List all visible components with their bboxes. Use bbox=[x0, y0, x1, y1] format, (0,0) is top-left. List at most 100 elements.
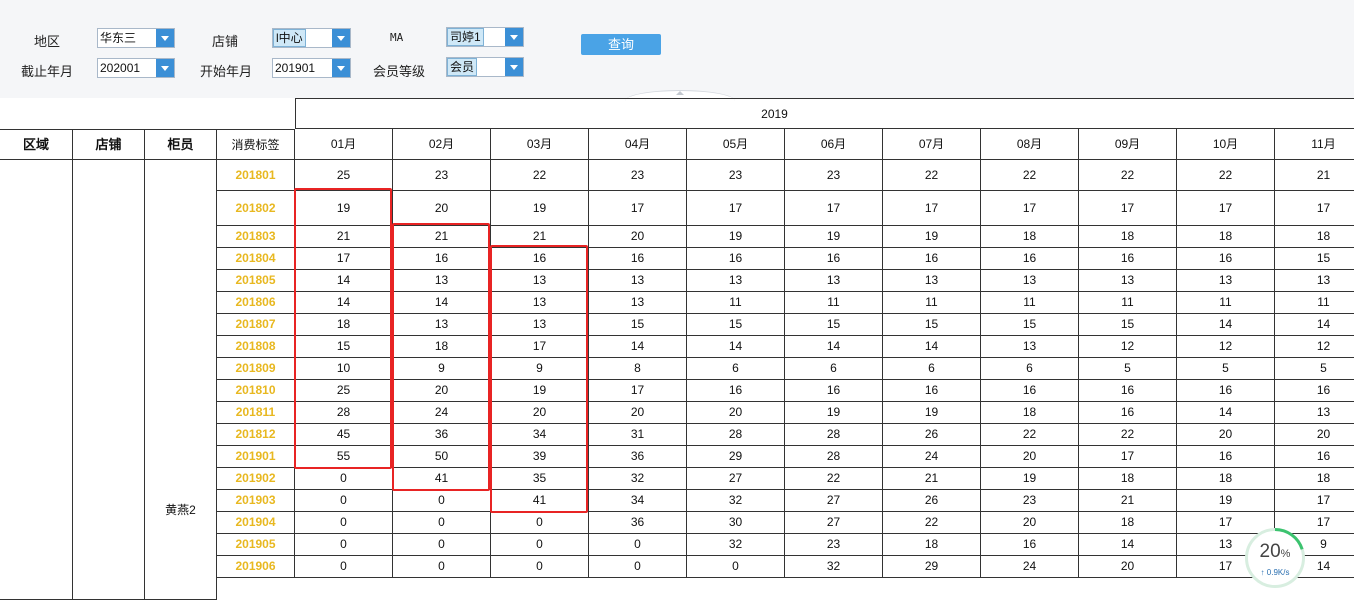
table-cell: 34 bbox=[589, 490, 687, 512]
consumption-tag: 201906 bbox=[217, 556, 295, 578]
chevron-down-icon[interactable] bbox=[505, 58, 523, 76]
table-cell: 32 bbox=[687, 534, 785, 556]
table-cell: 17 bbox=[589, 191, 687, 226]
table-cell: 22 bbox=[883, 512, 981, 534]
month-header: 06月 bbox=[785, 129, 883, 160]
table-cell: 17 bbox=[687, 191, 785, 226]
table-cell: 20 bbox=[393, 191, 491, 226]
consumption-tag: 201811 bbox=[217, 402, 295, 424]
table-cell: 0 bbox=[295, 556, 393, 578]
table-cell: 18 bbox=[1079, 468, 1177, 490]
table-cell: 6 bbox=[981, 358, 1079, 380]
month-header: 08月 bbox=[981, 129, 1079, 160]
table-cell: 31 bbox=[589, 424, 687, 446]
table-cell: 16 bbox=[981, 248, 1079, 270]
table-cell: 16 bbox=[1079, 402, 1177, 424]
month-header: 05月 bbox=[687, 129, 785, 160]
table-cell: 50 bbox=[393, 446, 491, 468]
table-cell: 0 bbox=[491, 534, 589, 556]
table-cell: 0 bbox=[393, 534, 491, 556]
start-month-select[interactable]: 201901 bbox=[272, 58, 351, 78]
chevron-down-icon[interactable] bbox=[505, 28, 523, 46]
table-cell: 18 bbox=[1275, 468, 1354, 490]
table-cell: 21 bbox=[491, 226, 589, 248]
consumption-tag: 201904 bbox=[217, 512, 295, 534]
table-cell: 8 bbox=[589, 358, 687, 380]
table-cell: 28 bbox=[785, 424, 883, 446]
consumption-tag: 201905 bbox=[217, 534, 295, 556]
table-cell: 16 bbox=[883, 380, 981, 402]
table-cell: 5 bbox=[1177, 358, 1275, 380]
table-cell: 19 bbox=[785, 402, 883, 424]
consumption-tag: 201902 bbox=[217, 468, 295, 490]
end-month-select[interactable]: 202001 bbox=[97, 58, 175, 78]
chevron-down-icon[interactable] bbox=[156, 59, 174, 77]
month-header: 11月 bbox=[1275, 129, 1354, 160]
table-cell: 17 bbox=[1079, 446, 1177, 468]
table-cell: 0 bbox=[393, 490, 491, 512]
table-cell: 21 bbox=[1079, 490, 1177, 512]
table-cell: 13 bbox=[393, 314, 491, 336]
table-cell: 0 bbox=[295, 490, 393, 512]
consumption-tag: 201810 bbox=[217, 380, 295, 402]
end-month-select-value: 202001 bbox=[100, 61, 141, 75]
table-cell: 20 bbox=[981, 512, 1079, 534]
ma-select[interactable]: 司婷1 bbox=[446, 27, 524, 47]
table-cell: 32 bbox=[589, 468, 687, 490]
table-cell: 17 bbox=[883, 191, 981, 226]
region-select[interactable]: 华东三 bbox=[97, 28, 175, 48]
table-cell: 14 bbox=[1275, 314, 1354, 336]
table-cell: 17 bbox=[295, 248, 393, 270]
table-cell: 19 bbox=[883, 402, 981, 424]
table-cell: 17 bbox=[785, 191, 883, 226]
table-cell: 19 bbox=[785, 226, 883, 248]
table-cell: 16 bbox=[393, 248, 491, 270]
member-level-select[interactable]: 会员 bbox=[446, 57, 524, 77]
table-cell: 18 bbox=[981, 226, 1079, 248]
table-cell: 26 bbox=[883, 490, 981, 512]
ma-label: MA bbox=[390, 31, 404, 44]
table-cell: 5 bbox=[1079, 358, 1177, 380]
table-cell: 41 bbox=[491, 490, 589, 512]
month-header: 01月 bbox=[295, 129, 393, 160]
table-cell: 16 bbox=[785, 248, 883, 270]
consumption-tag: 201805 bbox=[217, 270, 295, 292]
table-cell: 27 bbox=[687, 468, 785, 490]
table-cell: 20 bbox=[491, 402, 589, 424]
table-cell: 22 bbox=[981, 160, 1079, 191]
table-cell: 13 bbox=[785, 270, 883, 292]
table-cell: 17 bbox=[981, 191, 1079, 226]
table-cell: 13 bbox=[1177, 270, 1275, 292]
table-cell: 18 bbox=[1275, 226, 1354, 248]
chevron-down-icon[interactable] bbox=[156, 29, 174, 47]
table-cell: 20 bbox=[393, 380, 491, 402]
table-cell: 18 bbox=[295, 314, 393, 336]
table-cell: 25 bbox=[295, 160, 393, 191]
upload-rate: ↑ 0.9K/s bbox=[1260, 568, 1290, 577]
table-cell: 24 bbox=[393, 402, 491, 424]
progress-percent: 20% bbox=[1248, 541, 1302, 563]
table-cell: 11 bbox=[1079, 292, 1177, 314]
query-button[interactable]: 查询 bbox=[581, 34, 661, 55]
table-cell: 16 bbox=[491, 248, 589, 270]
region-select-value: 华东三 bbox=[100, 31, 137, 45]
table-cell: 16 bbox=[1177, 248, 1275, 270]
table-cell: 16 bbox=[1275, 446, 1354, 468]
table-cell: 23 bbox=[785, 534, 883, 556]
store-select[interactable]: l中心 bbox=[272, 28, 351, 48]
table-cell: 23 bbox=[589, 160, 687, 191]
table-cell: 11 bbox=[687, 292, 785, 314]
table-cell: 23 bbox=[785, 160, 883, 191]
table-cell: 11 bbox=[1275, 292, 1354, 314]
consumption-tag: 201806 bbox=[217, 292, 295, 314]
store-select-value: l中心 bbox=[273, 29, 306, 47]
network-speed-widget[interactable]: 20% ↑ 0.9K/s bbox=[1245, 528, 1305, 588]
table-cell: 10 bbox=[295, 358, 393, 380]
consumption-tag: 201901 bbox=[217, 446, 295, 468]
consumption-tag: 201808 bbox=[217, 336, 295, 358]
chevron-down-icon[interactable] bbox=[332, 29, 350, 47]
table-cell: 21 bbox=[295, 226, 393, 248]
table-cell: 9 bbox=[491, 358, 589, 380]
chevron-down-icon[interactable] bbox=[332, 59, 350, 77]
table-cell: 24 bbox=[981, 556, 1079, 578]
